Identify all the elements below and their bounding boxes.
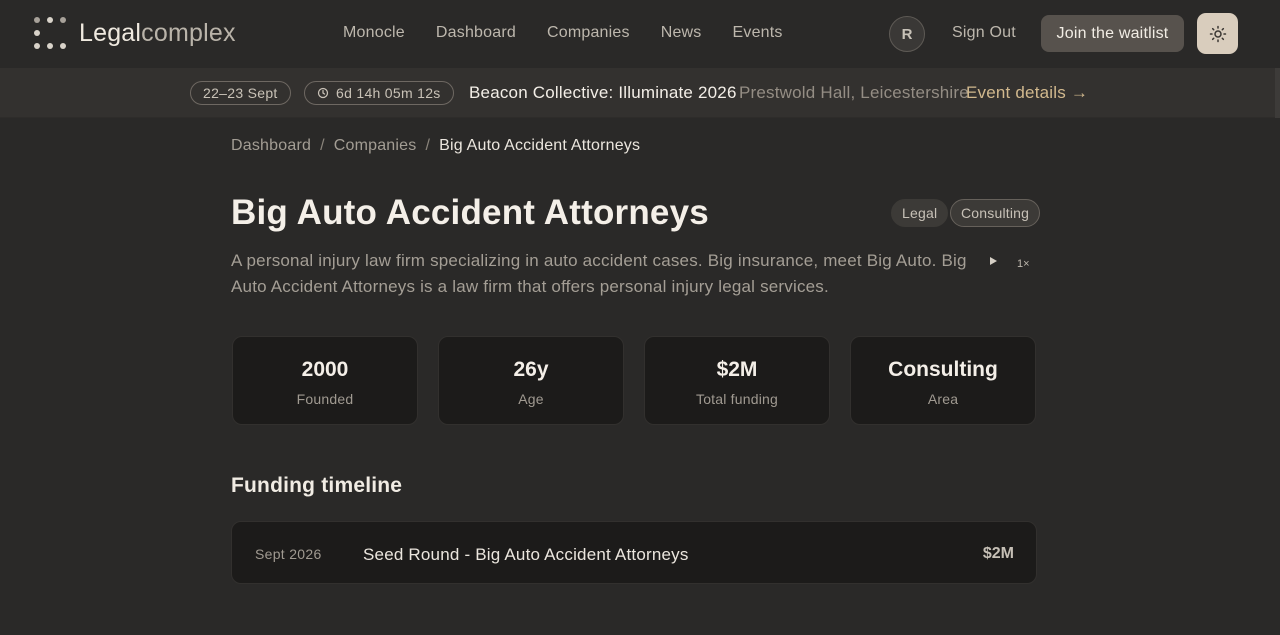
company-description: A personal injury law firm specializing …	[231, 251, 967, 296]
breadcrumb-separator: /	[320, 137, 325, 154]
event-banner: 22–23 Sept 6d 14h 05m 12s Beacon Collect…	[0, 68, 1280, 118]
breadcrumb-separator: /	[425, 137, 431, 154]
funding-round-name: Seed Round - Big Auto Accident Attorneys	[363, 545, 689, 564]
stat-value: Consulting	[888, 358, 998, 381]
funding-round-row[interactable]: Sept 2026 Seed Round - Big Auto Accident…	[231, 521, 1037, 584]
user-avatar[interactable]: R	[889, 16, 925, 52]
logo-wordmark: Legalcomplex	[79, 19, 236, 48]
stat-card-area: Consulting Area	[850, 336, 1036, 425]
stat-card-funding: $2M Total funding	[644, 336, 830, 425]
playback-speed-button[interactable]: 1×	[1017, 258, 1030, 270]
logo[interactable]: Legalcomplex	[34, 17, 236, 49]
nav-events[interactable]: Events	[733, 24, 783, 42]
stat-label: Founded	[296, 391, 354, 407]
nav-monocle[interactable]: Monocle	[343, 24, 405, 42]
stat-card-founded: 2000 Founded	[232, 336, 418, 425]
sun-icon	[1209, 25, 1226, 42]
stat-card-age: 26y Age	[438, 336, 624, 425]
breadcrumb-dashboard[interactable]: Dashboard	[231, 137, 311, 155]
theme-toggle-button[interactable]	[1197, 13, 1238, 54]
event-location: Prestwold Hall, Leicestershire	[739, 83, 969, 102]
breadcrumb-companies[interactable]: Companies	[334, 137, 417, 155]
funding-timeline-title: Funding timeline	[231, 474, 403, 497]
nav-news[interactable]: News	[661, 24, 702, 42]
breadcrumb-current: Big Auto Accident Attorneys	[439, 137, 641, 154]
stat-label: Total funding	[696, 391, 778, 407]
countdown-pill: 6d 14h 05m 12s	[304, 81, 454, 105]
join-waitlist-button[interactable]: Join the waitlist	[1041, 15, 1184, 52]
scrollbar[interactable]	[1275, 68, 1280, 118]
main-nav: Monocle Dashboard Companies News Events	[343, 24, 814, 42]
event-date-pill: 22–23 Sept	[190, 81, 291, 105]
breadcrumb: Dashboard / Companies / Big Auto Acciden…	[231, 137, 640, 155]
logo-dots-icon	[34, 17, 66, 49]
logo-text-light: complex	[141, 18, 236, 47]
event-details-link[interactable]: Event details →	[966, 83, 1088, 103]
clock-icon	[317, 87, 329, 99]
sign-out-link[interactable]: Sign Out	[952, 24, 1016, 42]
funding-date: Sept 2026	[255, 546, 322, 562]
funding-amount: $2M	[982, 545, 1014, 562]
stat-value: $2M	[716, 358, 758, 381]
play-icon[interactable]	[987, 255, 999, 267]
stat-label: Age	[518, 391, 544, 407]
nav-companies[interactable]: Companies	[547, 24, 630, 42]
event-name: Beacon Collective: Illuminate 2026	[469, 83, 737, 102]
top-header: Legalcomplex Monocle Dashboard Companies…	[0, 0, 1280, 68]
page-title: Big Auto Accident Attorneys	[231, 193, 709, 232]
stat-value: 26y	[513, 358, 549, 381]
nav-dashboard[interactable]: Dashboard	[436, 24, 516, 42]
stat-value: 2000	[301, 358, 349, 381]
countdown-text: 6d 14h 05m 12s	[336, 85, 441, 101]
logo-text-bold: Legal	[79, 18, 142, 47]
stat-label: Area	[927, 391, 959, 407]
tag-legal[interactable]: Legal	[891, 199, 949, 227]
tag-consulting[interactable]: Consulting	[950, 199, 1041, 227]
